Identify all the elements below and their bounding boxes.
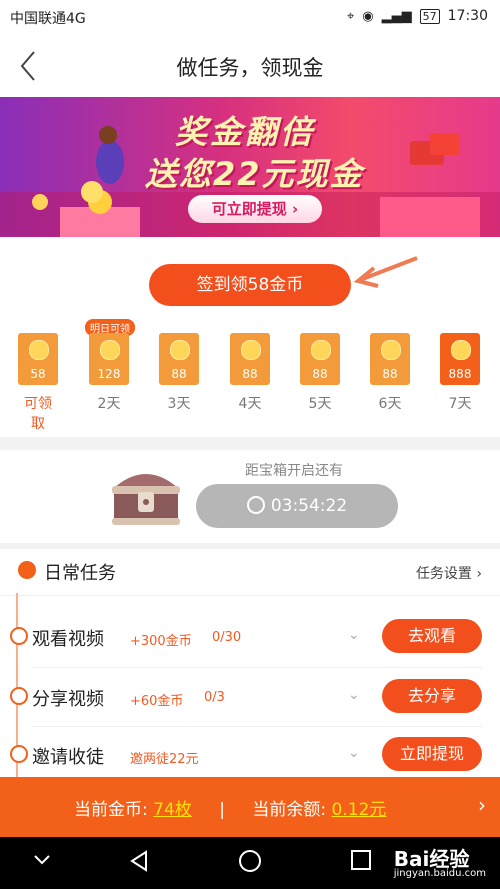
banner-cta-label: 可立即提现 [211,200,287,218]
task-reward: +300金币 [130,634,192,649]
red-envelope-icon: 88 [370,333,410,385]
task-name: 分享视频 [32,689,104,710]
chevron-down-icon[interactable]: ⌄ [348,745,360,761]
task-progress: 0/3 [204,690,225,705]
back-triangle-icon[interactable] [128,849,150,873]
balance-value: 0.12元 [331,800,387,820]
separator: | [219,800,225,820]
day-label: 6天 [378,396,402,412]
day-item[interactable]: 88 4天 [230,333,270,413]
carrier-label: 中国联通4G [10,11,86,27]
task-name: 邀请收徒 [32,747,104,768]
chevron-down-icon[interactable] [32,849,52,869]
banner-headline: 奖金翻倍 [175,113,316,151]
signin-section: 签到领58金币 明日可领 58 可领取 128 2天 88 3天 88 4天 8… [0,237,500,437]
chevron-right-icon[interactable]: › [478,793,486,817]
chevron-down-icon[interactable]: ⌄ [348,627,360,643]
task-reward: +60金币 [130,694,184,709]
clock-time: 17:30 [447,8,488,24]
withdraw-now-button[interactable]: 可立即提现 › [188,195,322,223]
timer-value: 03:54:22 [270,496,348,516]
signin-button[interactable]: 签到领58金币 [149,264,351,306]
task-reward: 邀两徒22元 [130,752,199,767]
day-label: 可领取 [24,396,52,432]
red-envelope-icon: 58 [18,333,58,385]
status-bar: 中国联通4G ⌖ ◉ ▂▄▆ 57 17:30 [0,0,500,34]
nav-bar: 做任务，领现金 [0,34,500,98]
chevron-down-icon[interactable]: ⌄ [348,687,360,703]
share-icon [10,687,28,705]
day-item[interactable]: 88 5天 [300,333,340,413]
share-video-button[interactable]: 去分享 [382,679,482,713]
red-envelope-icon: 88 [230,333,270,385]
promo-banner[interactable]: 奖金翻倍 送您22元现金 可立即提现 › [0,97,500,237]
chest-timer: 03:54:22 [196,484,398,528]
coin-icon [311,340,331,360]
coin-icon [100,340,120,360]
battery-icon: 57 [419,8,440,24]
tasks-header: 日常任务 任务设置 › [0,549,500,593]
day-label: 5天 [308,396,332,412]
day-item[interactable]: 58 可领取 [18,333,58,433]
balance-summary: 当前金币: 74枚 | 当前余额: 0.12元 [74,795,386,820]
page-title: 做任务，领现金 [176,56,324,80]
day-label: 2天 [97,396,121,412]
watch-video-button[interactable]: 去观看 [382,619,482,653]
task-progress: 0/30 [212,630,242,645]
coin-icon [241,340,261,360]
red-envelope-icon: 888 [440,333,480,385]
day-label: 4天 [238,396,262,412]
coin-icon [381,340,401,360]
coin-icon [29,340,49,360]
location-icon: ⌖ [346,8,355,24]
chevron-right-icon: › [292,200,299,218]
play-icon [10,627,28,645]
day-label: 3天 [167,396,191,412]
day-label: 7天 [448,396,472,412]
banner-subheadline: 送您22元现金 [145,155,364,193]
task-row: 观看视频 +300金币 0/30 ⌄ 去观看 [0,607,500,665]
task-settings-link[interactable]: 任务设置 › [416,563,482,583]
day-item[interactable]: 888 7天 [440,333,480,413]
red-envelope-icon: 88 [159,333,199,385]
balance-label: 当前余额: [252,800,327,820]
user-icon [10,745,28,763]
task-list-icon [18,561,36,579]
divider [0,595,500,596]
withdraw-button[interactable]: 立即提现 [382,737,482,771]
coins-label: 当前金币: [74,800,148,820]
daily-tasks-section: 日常任务 任务设置 › 观看视频 +300金币 0/30 ⌄ 去观看 分享视频 … [0,549,500,813]
eye-icon: ◉ [362,8,374,24]
recents-square-icon[interactable] [350,849,372,871]
balance-bar[interactable]: 当前金币: 74枚 | 当前余额: 0.12元 › [0,777,500,837]
red-envelope-icon: 88 [300,333,340,385]
tasks-title: 日常任务 [44,563,116,584]
day-item[interactable]: 88 3天 [159,333,199,413]
treasure-chest-icon[interactable] [108,462,184,528]
arrow-annotation-icon [353,256,418,288]
task-name: 观看视频 [32,629,104,650]
chest-countdown-title: 距宝箱开启还有 [245,463,343,479]
task-row: 分享视频 +60金币 0/3 ⌄ 去分享 [0,667,500,725]
task-row: 邀请收徒 邀两徒22元 ⌄ 立即提现 [0,725,500,783]
coin-icon [451,340,471,360]
baidu-jingyan-watermark: Bai经验 jingyan.baidu.com [393,847,486,879]
coins-value: 74枚 [153,800,192,820]
chevron-right-icon: › [471,566,482,582]
signal-icon: ▂▄▆ [381,8,412,24]
day-item[interactable]: 128 2天 [89,333,129,413]
treasure-chest-section: 距宝箱开启还有 03:54:22 [0,450,500,543]
red-envelope-icon: 128 [89,333,129,385]
day-item[interactable]: 88 6天 [370,333,410,413]
home-circle-icon[interactable] [238,849,262,873]
clock-icon [246,496,265,514]
status-icons: ⌖ ◉ ▂▄▆ 57 17:30 [347,8,488,24]
coin-icon [170,340,190,360]
